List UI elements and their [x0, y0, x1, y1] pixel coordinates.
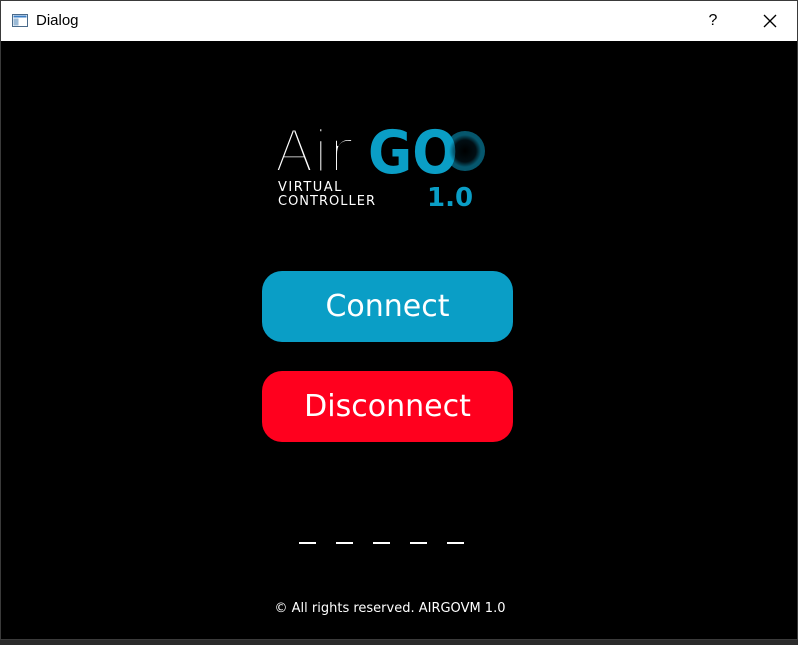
- window-icon: [12, 14, 28, 27]
- status-indicator: [299, 542, 469, 546]
- logo-line1: VIRTUAL: [278, 180, 343, 195]
- background-strip: [0, 640, 798, 645]
- disconnect-button[interactable]: Disconnect: [262, 371, 513, 442]
- connect-button[interactable]: Connect: [262, 271, 513, 342]
- logo-ring: [445, 131, 485, 171]
- copyright-footer: © All rights reserved. AIRGOVM 1.0: [274, 601, 506, 616]
- logo-air-text: Air: [275, 120, 352, 185]
- help-button[interactable]: ?: [691, 1, 735, 41]
- close-icon: [763, 14, 777, 28]
- dialog-window: Dialog ? Air GO VIRTUAL CONTROLLER 1.0 C…: [0, 0, 798, 640]
- airgo-logo: Air GO VIRTUAL CONTROLLER 1.0: [274, 118, 485, 213]
- logo-line2: CONTROLLER: [278, 194, 376, 209]
- status-dash: [299, 542, 316, 544]
- status-dash: [447, 542, 464, 544]
- logo-version: 1.0: [427, 183, 473, 213]
- close-button[interactable]: [745, 1, 795, 41]
- window-title: Dialog: [36, 12, 79, 29]
- status-dash: [373, 542, 390, 544]
- status-dash: [410, 542, 427, 544]
- title-bar[interactable]: Dialog ?: [1, 1, 797, 41]
- status-dash: [336, 542, 353, 544]
- logo-go-text: GO: [368, 118, 458, 188]
